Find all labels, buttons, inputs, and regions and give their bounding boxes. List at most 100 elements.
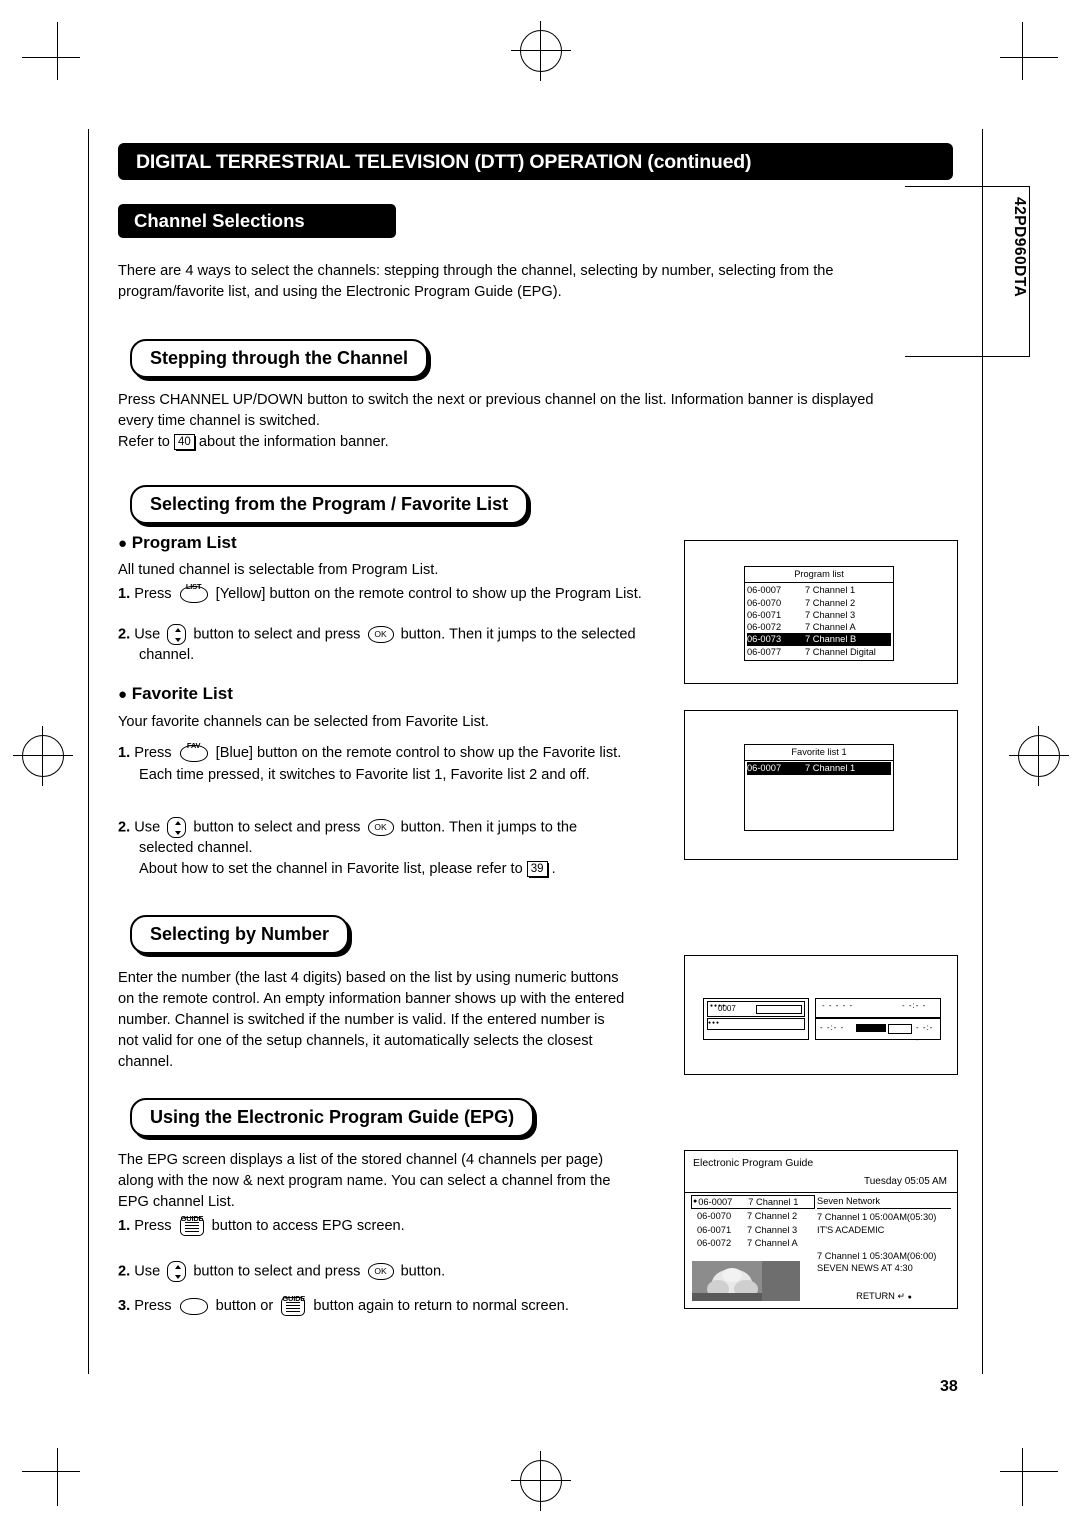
epg-channel-row[interactable]: 06-0071 7 Channel 3 — [691, 1223, 815, 1236]
bullet-dot: ● — [118, 535, 128, 552]
row-name: 7 Channel A — [747, 1237, 798, 1248]
program-list-step2-post: button. Then it jumps to the selected — [400, 626, 636, 643]
row-name: 7 Channel 1 — [748, 1197, 799, 1207]
subheading-program-list-text: Program List — [131, 533, 237, 552]
heading-program-favorite: Selecting from the Program / Favorite Li… — [130, 485, 529, 524]
program-list-row[interactable]: 06-0071 7 Channel 3 — [747, 609, 891, 621]
section-title-channel-selections: Channel Selections — [118, 204, 396, 238]
favorite-list-row-selected[interactable]: 06-0007 7 Channel 1 — [747, 762, 891, 775]
epg-step3-pre: Press — [134, 1298, 172, 1314]
epg-osd-divider — [685, 1192, 957, 1193]
list-button-icon: LIST — [179, 582, 208, 603]
program-list-row[interactable]: 06-0072 7 Channel A — [747, 621, 891, 633]
ok-button-icon: OK — [367, 626, 394, 643]
epg-step1-pre: Press — [134, 1218, 172, 1234]
side-label-rule-top — [905, 186, 1030, 187]
list-button-label: LIST — [185, 581, 202, 591]
crop-mark — [1022, 22, 1023, 80]
heading-epg: Using the Electronic Program Guide (EPG) — [130, 1098, 535, 1137]
manual-page: DIGITAL TERRESTRIAL TELEVISION (DTT) OPE… — [0, 0, 1080, 1528]
epg-next-time: 7 Channel 1 05:30AM(06:00) — [817, 1250, 937, 1261]
page-rule-left — [88, 129, 89, 1374]
side-label-rule-right — [1029, 186, 1030, 357]
favorite-list-step1-line2: Each time pressed, it switches to Favori… — [139, 767, 590, 783]
favorite-list-step2-post: button. Then it jumps to the — [400, 819, 578, 836]
favorite-list-osd-title: Favorite list 1 — [745, 745, 893, 762]
crop-mark — [22, 1471, 80, 1472]
epg-channel-row-selected[interactable]: ● 06-0007 7 Channel 1 — [691, 1195, 815, 1210]
epg-step2: 2. Use button to select and press OK but… — [118, 1261, 678, 1282]
by-number-p1: Enter the number (the last 4 digits) bas… — [118, 970, 619, 986]
program-list-row[interactable]: 06-0070 7 Channel 2 — [747, 597, 891, 609]
banner-placeholder-time-3: - -:- - — [916, 1023, 934, 1045]
row-name: 7 Channel B — [805, 634, 857, 645]
program-list-row-selected[interactable]: 06-0073 7 Channel B — [747, 633, 891, 646]
row-name: 7 Channel 2 — [805, 597, 856, 608]
banner-icon-dots: ●●● — [708, 1020, 721, 1026]
row-name: 7 Channel Digital — [805, 646, 876, 657]
crop-mark — [57, 22, 58, 80]
row-number: 06-0071 — [747, 609, 782, 620]
favorite-list-osd-rows: 06-0007 7 Channel 1 — [745, 761, 893, 775]
row-name: 7 Channel 1 — [805, 585, 856, 596]
ok-button-icon: OK — [367, 1263, 394, 1280]
heading-stepping: Stepping through the Channel — [130, 339, 428, 378]
banner-channel-row: ●●●● 0007 — [707, 1001, 805, 1017]
epg-osd-title: Electronic Program Guide — [693, 1157, 814, 1169]
banner-channel-number: 0007 — [718, 1004, 736, 1013]
program-list-row[interactable]: 06-0077 7 Channel Digital — [747, 646, 891, 658]
epg-channel-row[interactable]: 06-0070 7 Channel 2 — [691, 1209, 815, 1222]
program-list-osd: Program list 06-0007 7 Channel 1 06-0070 7… — [744, 566, 894, 661]
page-title-bar: DIGITAL TERRESTRIAL TELEVISION (DTT) OPE… — [118, 143, 953, 180]
page-number: 38 — [940, 1378, 958, 1395]
by-number-p3: number. Channel is switched if the numbe… — [118, 1012, 605, 1028]
heading-by-number-text: Selecting by Number — [150, 924, 330, 944]
registration-mark — [511, 21, 571, 81]
banner-progress-track — [888, 1024, 912, 1034]
row-number: 06-0071 — [697, 1224, 732, 1235]
stepping-p2: every time channel is switched. — [118, 413, 320, 429]
epg-return-dot-icon: ● — [907, 1294, 912, 1302]
epg-p1: The EPG screen displays a list of the st… — [118, 1152, 604, 1168]
fav-button-label: FAV — [186, 740, 201, 750]
program-list-step1-pre: Press — [134, 586, 172, 602]
program-list-row[interactable]: 06-0007 7 Channel 1 — [747, 584, 891, 596]
up-down-button-icon — [167, 817, 187, 838]
epg-step2-post: button. — [400, 1263, 446, 1280]
program-list-step1-num: 1. — [118, 586, 131, 602]
row-name: 7 Channel 3 — [747, 1224, 798, 1235]
epg-network-name: Seven Network — [817, 1195, 951, 1210]
row-number: 06-0007 — [747, 585, 782, 596]
epg-p2: along with the now & next program name. … — [118, 1173, 611, 1189]
banner-left-block: ●●●● 0007 ●●● — [703, 998, 809, 1040]
epg-channel-row[interactable]: 06-0072 7 Channel A — [691, 1236, 815, 1249]
epg-step1-num: 1. — [118, 1218, 131, 1234]
page-reference-39: 39 — [526, 861, 549, 878]
epg-return-label: RETURN — [856, 1291, 895, 1302]
favorite-list-step1-pre: Press — [134, 745, 172, 761]
epg-program-panel: Seven Network 7 Channel 1 05:00AM(05:30)… — [817, 1195, 951, 1305]
bullet-dot: ● — [118, 686, 128, 703]
by-number-p5: channel. — [118, 1054, 174, 1070]
row-number: 06-0070 — [747, 597, 782, 608]
program-list-osd-frame: Program list 06-0007 7 Channel 1 06-0070 7… — [684, 540, 958, 684]
epg-step1-post: button to access EPG screen. — [211, 1218, 405, 1234]
epg-step3-mid: button or — [215, 1298, 274, 1314]
registration-mark — [511, 1451, 571, 1511]
crop-mark — [1000, 57, 1058, 58]
registration-mark — [13, 726, 73, 786]
favorite-list-step2: 2. Use button to select and press OK but… — [118, 817, 678, 838]
favorite-list-step2-line2: selected channel. — [139, 840, 253, 856]
row-number: 06-0070 — [697, 1211, 732, 1222]
page-title: DIGITAL TERRESTRIAL TELEVISION (DTT) OPE… — [136, 151, 752, 173]
row-number: 06-0007 — [747, 763, 782, 774]
epg-return-row[interactable]: RETURN ↵ ● — [817, 1274, 951, 1304]
favorite-list-step2-line3: About how to set the channel in Favorite… — [139, 859, 556, 880]
program-list-step2-num: 2. — [118, 626, 131, 643]
side-label-rule-bottom — [905, 356, 1030, 357]
banner-placeholder-dashes: - - - - - — [822, 1001, 854, 1010]
subheading-program-list: ● Program List — [118, 533, 237, 553]
banner-placeholder-time-2: - -:- - — [820, 1023, 845, 1032]
epg-preview-graphic — [692, 1261, 800, 1301]
favorite-list-step2-pre: Use — [134, 819, 161, 836]
